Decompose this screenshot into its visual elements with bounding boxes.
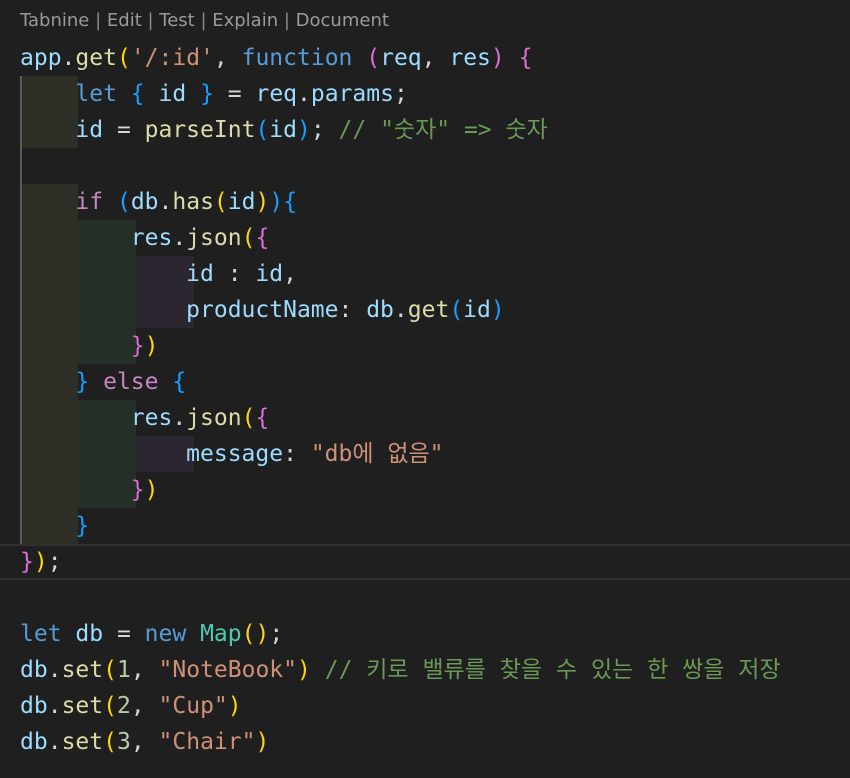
identifier: id — [255, 261, 284, 287]
number-literal: 1 — [116, 657, 131, 683]
string-literal: "Cup" — [158, 693, 228, 719]
code-line-8[interactable]: productName: db.get(id) — [20, 292, 505, 328]
codelens-separator: | — [141, 10, 160, 31]
code-line-5[interactable]: if (db.has(id)){ — [20, 184, 297, 220]
identifier: db — [20, 657, 48, 683]
identifier: db — [366, 297, 394, 323]
code-line-14[interactable]: } — [20, 508, 89, 544]
codelens-document[interactable]: Document — [296, 10, 389, 31]
identifier: req — [255, 81, 298, 107]
code-line-20[interactable]: db.set(3, "Chair") — [20, 724, 269, 760]
code-line-7[interactable]: id : id, — [20, 256, 297, 292]
keyword: new — [144, 621, 187, 647]
codelens-explain[interactable]: Explain — [212, 10, 278, 31]
method-name: set — [61, 657, 104, 683]
property: productName — [186, 297, 339, 323]
method-name: json — [186, 405, 242, 431]
keyword: let — [75, 81, 117, 107]
string-literal: '/:id' — [130, 45, 214, 71]
number-literal: 3 — [116, 729, 131, 755]
parameter: req — [380, 45, 422, 71]
codelens-separator: | — [278, 10, 296, 31]
tabnine-codelens: Tabnine | Edit | Test | Explain | Docume… — [20, 6, 389, 36]
identifier: id — [75, 117, 104, 143]
parameter: res — [449, 45, 491, 71]
code-line-19[interactable]: db.set(2, "Cup") — [20, 688, 242, 724]
code-line-15[interactable]: }); — [20, 544, 62, 580]
identifier: db — [20, 729, 48, 755]
class-name: Map — [200, 621, 242, 647]
keyword: let — [20, 621, 62, 647]
code-line-2[interactable]: let { id } = req.params; — [20, 76, 407, 112]
method-name: has — [172, 189, 214, 215]
number-literal: 2 — [116, 693, 131, 719]
function-name: parseInt — [144, 117, 256, 143]
code-comment: // "숫자" => 숫자 — [338, 117, 548, 143]
method-name: get — [407, 297, 450, 323]
method-name: get — [75, 45, 117, 71]
string-literal: "db에 없음" — [310, 441, 444, 467]
property: params — [310, 81, 394, 107]
property: message — [186, 441, 284, 467]
code-line-18[interactable]: db.set(1, "NoteBook") // 키로 밸류를 찾을 수 있는 … — [20, 652, 781, 688]
identifier: db — [130, 189, 159, 215]
method-name: json — [186, 225, 242, 251]
code-line-17[interactable]: let db = new Map(); — [20, 616, 283, 652]
code-comment: // 키로 밸류를 찾을 수 있는 한 쌍을 저장 — [324, 657, 781, 683]
current-line-highlight — [0, 544, 850, 580]
code-line-10[interactable]: } else { — [20, 364, 186, 400]
code-line-1[interactable]: app.get('/:id', function (req, res) { — [20, 40, 532, 76]
identifier: res — [130, 225, 173, 251]
method-name: set — [61, 729, 104, 755]
string-literal: "NoteBook" — [158, 657, 298, 683]
code-line-9[interactable]: }) — [20, 328, 159, 364]
code-line-6[interactable]: res.json({ — [20, 220, 270, 256]
identifier: app — [20, 45, 62, 71]
codelens-test[interactable]: Test — [159, 10, 194, 31]
keyword: function — [241, 45, 353, 71]
code-line-12[interactable]: message: "db에 없음" — [20, 436, 444, 472]
property: id — [186, 261, 214, 287]
identifier: res — [130, 405, 173, 431]
code-line-11[interactable]: res.json({ — [20, 400, 270, 436]
identifier: id — [463, 297, 491, 323]
codelens-edit[interactable]: Edit — [107, 10, 142, 31]
codelens-separator: | — [89, 10, 107, 31]
code-line-13[interactable]: }) — [20, 472, 159, 508]
identifier: id — [269, 117, 297, 143]
keyword: if — [75, 189, 104, 215]
codelens-separator: | — [194, 10, 213, 31]
identifier: id — [227, 189, 256, 215]
code-line-3[interactable]: id = parseInt(id); // "숫자" => 숫자 — [20, 112, 548, 148]
identifier: id — [158, 81, 187, 107]
codelens-tabnine[interactable]: Tabnine — [20, 10, 89, 31]
identifier: db — [20, 693, 48, 719]
code-editor[interactable]: Tabnine | Edit | Test | Explain | Docume… — [0, 0, 850, 778]
method-name: set — [61, 693, 104, 719]
string-literal: "Chair" — [158, 729, 256, 755]
keyword: else — [103, 369, 159, 395]
identifier: db — [75, 621, 104, 647]
